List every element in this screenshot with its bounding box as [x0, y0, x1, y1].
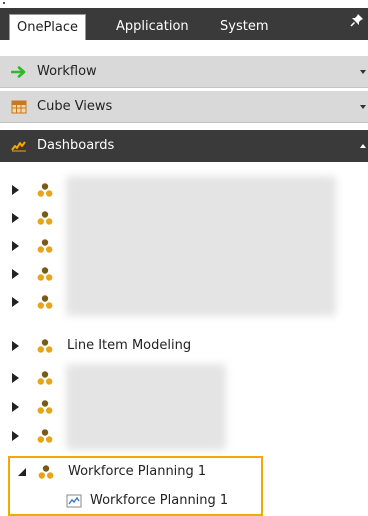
tab-oneplace[interactable]: OnePlace	[9, 14, 87, 40]
tree-item-label: Line Item Modeling	[67, 338, 192, 353]
accordion-dashboards[interactable]: Dashboards	[0, 130, 368, 162]
tree-item-label: Workforce Planning 1	[90, 493, 229, 508]
dashboard-chart-icon	[11, 141, 26, 152]
expand-arrow-icon[interactable]	[12, 297, 20, 307]
dashboard-group-icon	[37, 371, 53, 385]
chevron-up-icon	[360, 144, 366, 148]
expand-arrow-icon[interactable]	[12, 269, 20, 279]
dashboard-group-icon	[37, 239, 53, 253]
chevron-down-icon	[360, 70, 366, 74]
dashboard-group-icon	[37, 429, 53, 443]
top-strip	[0, 0, 368, 8]
pin-icon[interactable]	[350, 13, 364, 27]
arrow-right-icon	[11, 66, 26, 78]
expand-arrow-icon[interactable]	[12, 402, 20, 412]
chevron-down-icon	[360, 105, 366, 109]
dashboard-group-icon	[37, 183, 53, 197]
accordion-workflow[interactable]: Workflow	[0, 56, 368, 88]
tab-application[interactable]: Application	[109, 14, 196, 40]
tree-item[interactable]	[0, 422, 368, 450]
tree-item-workforce-planning-group[interactable]: Workforce Planning 1	[0, 458, 368, 486]
tree-item-label: Workforce Planning 1	[68, 464, 207, 479]
expand-arrow-icon[interactable]	[12, 431, 20, 441]
dashboard-group-icon	[38, 465, 54, 479]
tree-item[interactable]	[0, 176, 368, 204]
tree-item[interactable]	[0, 232, 368, 260]
tab-system[interactable]: System	[213, 14, 275, 40]
dashboard-chart-icon	[66, 494, 82, 508]
accordion-dashboards-label: Dashboards	[37, 138, 115, 153]
grid-table-icon	[11, 100, 27, 114]
expand-arrow-icon[interactable]	[12, 341, 20, 351]
tree-item-workforce-planning-dashboard[interactable]: Workforce Planning 1	[0, 487, 368, 515]
dashboard-group-icon	[37, 211, 53, 225]
accordion-cube-views-label: Cube Views	[37, 99, 113, 114]
corner-mark	[3, 2, 5, 4]
dashboard-group-icon	[37, 339, 53, 353]
expand-arrow-icon[interactable]	[12, 241, 20, 251]
expand-arrow-icon[interactable]	[12, 373, 20, 383]
expand-arrow-icon[interactable]	[12, 185, 20, 195]
tree-item[interactable]	[0, 260, 368, 288]
dashboard-group-icon	[37, 295, 53, 309]
dashboard-group-icon	[37, 267, 53, 281]
tree-item[interactable]	[0, 288, 368, 316]
expand-arrow-icon[interactable]	[12, 213, 20, 223]
tree-item[interactable]	[0, 204, 368, 232]
top-tab-bar: OnePlace Application System	[0, 0, 368, 40]
accordion-cube-views[interactable]: Cube Views	[0, 91, 368, 123]
dashboard-group-icon	[37, 400, 53, 414]
tree-item-line-item-modeling[interactable]: Line Item Modeling	[0, 332, 368, 360]
tree-item[interactable]	[0, 364, 368, 392]
collapse-arrow-icon[interactable]	[17, 467, 27, 477]
tree-item[interactable]	[0, 393, 368, 421]
accordion-workflow-label: Workflow	[37, 64, 97, 79]
